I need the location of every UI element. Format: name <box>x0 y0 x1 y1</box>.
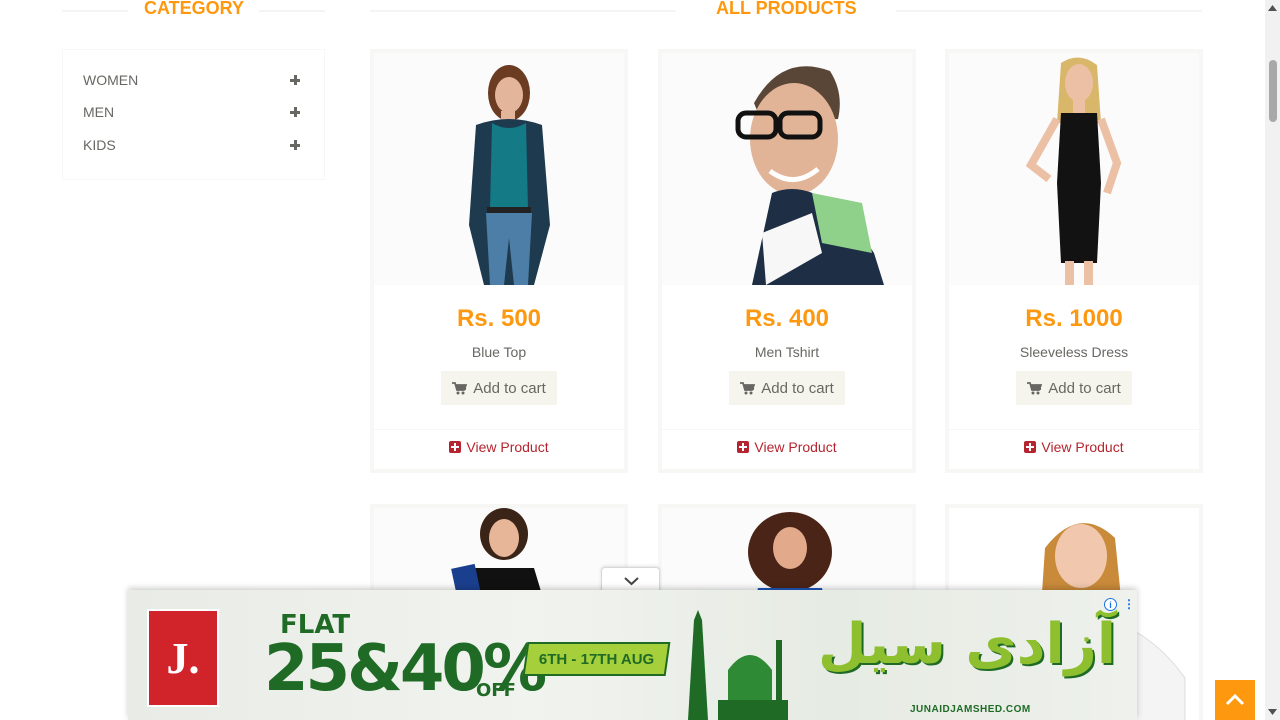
page-scrollbar[interactable] <box>1265 0 1280 720</box>
page: CATEGORY ALL PRODUCTS WOMEN MEN KIDS Rs.… <box>0 0 1265 720</box>
category-label: KIDS <box>83 137 116 153</box>
view-product-link[interactable]: View Product <box>949 439 1199 455</box>
product-image-sleeveless-dress <box>949 53 1199 285</box>
scrollbar-thumb[interactable] <box>1269 60 1277 122</box>
heading-line-left <box>370 10 676 12</box>
info-icon[interactable]: i <box>1104 598 1117 611</box>
card-divider <box>374 429 624 430</box>
ad-brand-logo: J. <box>147 609 219 707</box>
card-divider <box>662 429 912 430</box>
product-card: Rs. 500 Blue Top Add to cart View Produc… <box>370 49 628 473</box>
category-label: MEN <box>83 104 115 120</box>
category-item-women[interactable]: WOMEN <box>83 70 301 90</box>
shopping-cart-icon <box>740 381 756 394</box>
add-to-cart-button[interactable]: Add to cart <box>441 371 557 405</box>
all-products-heading-text: ALL PRODUCTS <box>716 0 857 18</box>
add-to-cart-label: Add to cart <box>1048 379 1121 397</box>
ad-urdu-title: آزادی سیل <box>818 612 1117 677</box>
plus-icon[interactable] <box>289 102 301 122</box>
chevron-up-icon <box>1225 693 1245 706</box>
plus-square-icon <box>1024 441 1037 453</box>
scroll-to-top-button[interactable] <box>1215 680 1255 720</box>
product-price: Rs. 400 <box>744 305 830 332</box>
product-name: Sleeveless Dress <box>1019 344 1129 360</box>
card-divider <box>949 429 1199 430</box>
add-to-cart-label: Add to cart <box>761 379 834 397</box>
shopping-cart-icon <box>452 381 468 394</box>
ad-dates-text: 6TH - 17TH AUG <box>538 650 655 668</box>
view-product-link[interactable]: View Product <box>374 439 624 455</box>
plus-square-icon <box>737 441 750 453</box>
add-to-cart-label: Add to cart <box>473 379 546 397</box>
heading-line-right <box>896 10 1202 12</box>
product-card: Rs. 400 Men Tshirt Add to cart View Prod… <box>658 49 916 473</box>
shopping-cart-icon <box>1027 381 1043 394</box>
add-to-cart-button[interactable]: Add to cart <box>729 371 845 405</box>
plus-square-icon <box>449 441 462 453</box>
product-image-woman-blue-top <box>374 53 624 285</box>
view-product-label: View Product <box>754 439 837 455</box>
add-to-cart-button[interactable]: Add to cart <box>1016 371 1132 405</box>
heading-line-left <box>62 10 128 12</box>
scroll-down-arrow-icon[interactable] <box>1268 708 1277 716</box>
product-name: Blue Top <box>471 344 527 360</box>
ad-site-url: JUNAIDJAMSHED.COM <box>910 704 1031 715</box>
product-price: Rs. 500 <box>456 305 542 332</box>
product-card: Rs. 1000 Sleeveless Dress Add to cart Vi… <box>945 49 1203 473</box>
category-heading: CATEGORY <box>62 0 325 22</box>
plus-icon[interactable] <box>289 135 301 155</box>
category-panel: WOMEN MEN KIDS <box>62 49 325 180</box>
view-product-link[interactable]: View Product <box>662 439 912 455</box>
product-price: Rs. 1000 <box>1025 305 1123 332</box>
plus-icon[interactable] <box>289 70 301 90</box>
all-products-heading: ALL PRODUCTS <box>370 0 1202 22</box>
more-vertical-icon[interactable]: ⋮ <box>1123 597 1135 611</box>
category-heading-text: CATEGORY <box>144 0 245 18</box>
ad-banner[interactable]: J. FLAT 25&40% OFF 6TH - 17TH AUG آزادی … <box>128 590 1137 720</box>
scroll-up-arrow-icon[interactable] <box>1268 4 1277 12</box>
product-image-man-tshirt <box>662 53 912 285</box>
ad-dates-badge: 6TH - 17TH AUG <box>522 642 671 676</box>
view-product-label: View Product <box>1041 439 1124 455</box>
category-item-men[interactable]: MEN <box>83 102 301 122</box>
heading-line-right <box>259 10 325 12</box>
view-product-label: View Product <box>466 439 549 455</box>
monument-illustration <box>688 610 788 720</box>
category-item-kids[interactable]: KIDS <box>83 135 301 155</box>
ad-off-text: OFF <box>476 680 516 701</box>
category-label: WOMEN <box>83 72 139 88</box>
product-name: Men Tshirt <box>754 344 820 360</box>
